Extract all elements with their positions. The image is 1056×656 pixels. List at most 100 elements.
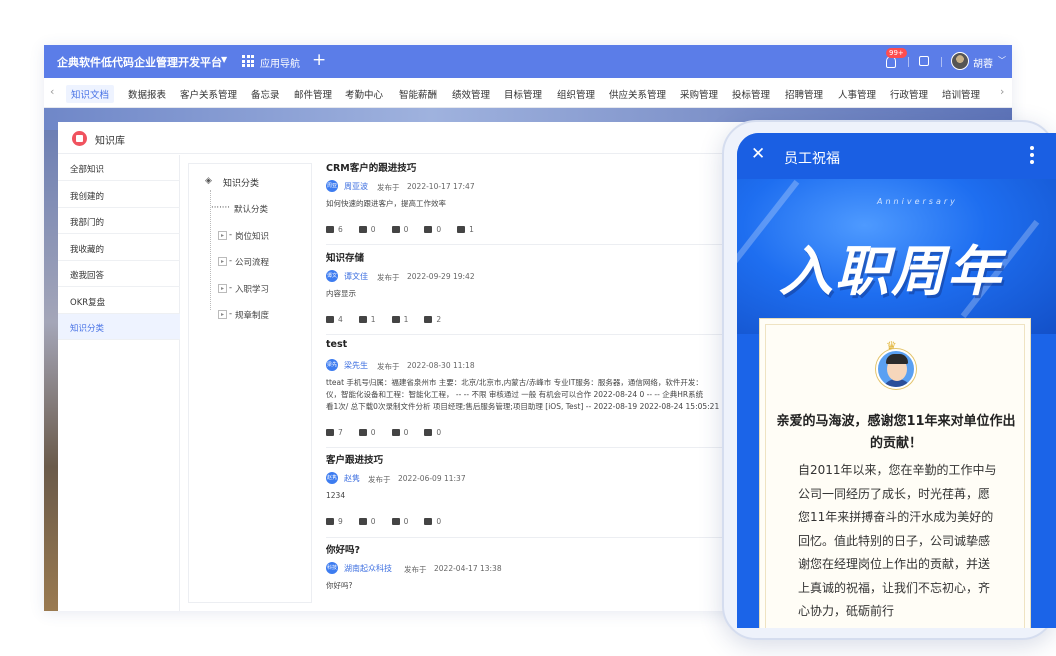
star-count[interactable]: 0 xyxy=(358,225,376,234)
sidebar-item[interactable]: 我收藏的 xyxy=(58,235,180,261)
platform-title[interactable]: 企典软件低代码企业管理开发平台 xyxy=(57,54,222,70)
publish-label: 发布于 xyxy=(404,565,427,574)
tree-connector: - xyxy=(229,256,233,266)
article-item[interactable]: CRM客户的跟进技巧 周亚 周亚波 发布于 2022-10-17 17:47 如何快速的跟… xyxy=(326,160,731,245)
edit-icon[interactable] xyxy=(919,56,929,66)
tree-root-label[interactable]: 知识分类 xyxy=(223,176,259,189)
comment-count[interactable]: 0 xyxy=(424,428,441,437)
comment-icon xyxy=(424,316,433,323)
tree-node-label[interactable]: 岗位知识 xyxy=(235,230,269,242)
phone-title: 员工祝福 xyxy=(784,151,840,167)
sidebar-item[interactable]: 邀我回答 xyxy=(58,261,180,287)
tree-node-label[interactable]: 默认分类 xyxy=(234,203,268,215)
sidebar-item[interactable]: 我创建的 xyxy=(58,182,180,208)
author-name[interactable]: 谭文佳 xyxy=(344,271,368,282)
author-avatar: 赵隽 xyxy=(326,472,338,484)
module-tab[interactable]: 数据报表 xyxy=(128,87,166,101)
star-count[interactable]: 0 xyxy=(358,428,376,437)
comment-icon xyxy=(424,226,433,233)
module-tab[interactable]: 绩效管理 xyxy=(452,87,490,101)
star-count[interactable]: 1 xyxy=(358,315,376,324)
article-title[interactable]: 客户跟进技巧 xyxy=(326,452,383,466)
expand-toggle-icon[interactable]: ▸ xyxy=(218,257,227,266)
author-name[interactable]: 赵隽 xyxy=(344,473,360,484)
tree-node-label[interactable]: 公司流程 xyxy=(235,256,269,268)
like-count[interactable]: 1 xyxy=(391,315,408,324)
like-count[interactable]: 0 xyxy=(391,428,408,437)
article-list: CRM客户的跟进技巧 周亚 周亚波 发布于 2022-10-17 17:47 如何快速的跟… xyxy=(326,155,748,611)
article-title[interactable]: 你好吗? xyxy=(326,542,360,556)
divider xyxy=(941,57,942,67)
like-count[interactable]: 0 xyxy=(391,225,408,234)
chevron-left-icon[interactable]: ‹ xyxy=(50,85,54,98)
sidebar-item[interactable]: 知识分类 xyxy=(58,314,180,340)
module-tab[interactable]: 智能薪酬 xyxy=(399,87,437,101)
article-title[interactable]: 知识存储 xyxy=(326,250,364,264)
publish-date: 2022-08-30 11:18 xyxy=(407,361,475,370)
greeting-message: 自2011年以来，您在辛勤的工作中与公司一同经历了成长，时光荏苒，愿您11年来拼… xyxy=(798,463,997,618)
module-tab[interactable]: 客户关系管理 xyxy=(180,87,237,101)
plus-icon[interactable]: + xyxy=(312,50,326,70)
expand-toggle-icon[interactable]: ▸ xyxy=(218,310,227,319)
notification-badge: 99+ xyxy=(886,48,907,58)
article-snippet: 1234 xyxy=(326,491,346,500)
module-tab[interactable]: 培训管理 xyxy=(942,87,980,101)
chevron-right-icon[interactable]: › xyxy=(1000,85,1004,98)
expand-toggle-icon[interactable]: ▸ xyxy=(218,230,227,240)
category-tree: ◈ 知识分类 ······· 默认分类 ▸ - 岗位知识 ▸ - 公司流程 ▸ - 入职学习 ▸ - 规章… xyxy=(188,163,312,603)
article-title[interactable]: CRM客户的跟进技巧 xyxy=(326,160,416,174)
sidebar-item[interactable]: 我部门的 xyxy=(58,208,180,234)
comment-count[interactable]: 2 xyxy=(424,315,441,324)
view-count[interactable]: 6 xyxy=(326,225,343,234)
app-grid-icon[interactable] xyxy=(242,55,254,67)
anniversary-caption: Anniversary xyxy=(877,197,958,206)
more-vertical-icon[interactable] xyxy=(1030,146,1034,164)
chevron-down-icon[interactable]: ﹀ xyxy=(998,55,1006,66)
module-tab[interactable]: 供应关系管理 xyxy=(609,87,666,101)
module-tab[interactable]: 知识文档 xyxy=(66,85,115,103)
view-icon xyxy=(326,316,334,323)
stat-value: 2 xyxy=(436,315,442,324)
author-name[interactable]: 梁先生 xyxy=(344,360,368,371)
star-count[interactable]: 0 xyxy=(358,517,376,526)
chevron-down-icon[interactable]: ▼ xyxy=(221,55,227,64)
comment-count[interactable]: 0 xyxy=(424,517,441,526)
view-count[interactable]: 7 xyxy=(326,428,343,437)
module-tab[interactable]: 目标管理 xyxy=(504,87,542,101)
sidebar-item[interactable]: 全部知识 xyxy=(58,155,180,181)
close-icon[interactable]: ✕ xyxy=(751,144,765,164)
module-tab[interactable]: 行政管理 xyxy=(890,87,928,101)
module-tab[interactable]: 采购管理 xyxy=(680,87,718,101)
view-count[interactable]: 9 xyxy=(326,517,343,526)
author-name[interactable]: 周亚波 xyxy=(344,181,368,192)
module-tab[interactable]: 考勤中心 xyxy=(345,87,383,101)
sidebar-item[interactable]: OKR复盘 xyxy=(58,288,180,314)
list-count[interactable]: 1 xyxy=(457,225,474,234)
article-title[interactable]: test xyxy=(326,339,347,350)
publish-label: 发布于 xyxy=(377,362,400,371)
user-name[interactable]: 胡蓉 xyxy=(973,55,993,70)
module-tab-bar: ‹ › 知识文档 数据报表 客户关系管理 备忘录 邮件管理 考勤中心 智能薪酬 绩效管理 目标管… xyxy=(44,78,1012,108)
like-count[interactable]: 0 xyxy=(391,517,408,526)
module-tab[interactable]: 人事管理 xyxy=(838,87,876,101)
module-tab[interactable]: 投标管理 xyxy=(732,87,770,101)
app-navigation-link[interactable]: 应用导航 xyxy=(260,55,300,70)
article-item[interactable]: 你好吗? 科技 湖南起众科技 发布于 2022-04-17 13:38 你好吗? xyxy=(326,542,731,611)
layers-icon: ◈ xyxy=(205,176,212,186)
module-tab[interactable]: 招聘管理 xyxy=(785,87,823,101)
expand-toggle-icon[interactable]: ▸ xyxy=(218,283,227,293)
greeting-card: ♛ 亲爱的马海波，感谢您11年来对单位作出的贡献！ 自2011年以来，您在辛勤的… xyxy=(759,318,1031,628)
comment-count[interactable]: 0 xyxy=(424,225,441,234)
module-tab[interactable]: 备忘录 xyxy=(251,87,280,101)
author-name[interactable]: 湖南起众科技 xyxy=(344,563,392,574)
article-item[interactable]: 客户跟进技巧 赵隽 赵隽 发布于 2022-06-09 11:37 1234 9 0 0 0 xyxy=(326,452,731,538)
tree-node-label[interactable]: 规章制度 xyxy=(235,309,269,321)
user-avatar[interactable] xyxy=(951,52,969,70)
article-item[interactable]: test 梁先 梁先生 发布于 2022-08-30 11:18 tteat 手机号归属：… xyxy=(326,339,731,448)
view-count[interactable]: 4 xyxy=(326,315,343,324)
article-item[interactable]: 知识存储 谭文 谭文佳 发布于 2022-09-29 19:42 内容显示 4 1 1 2 xyxy=(326,250,731,335)
module-tab[interactable]: 邮件管理 xyxy=(294,87,332,101)
module-tab[interactable]: 组织管理 xyxy=(557,87,595,101)
book-icon xyxy=(72,131,87,146)
tree-node-label[interactable]: 入职学习 xyxy=(235,283,269,295)
